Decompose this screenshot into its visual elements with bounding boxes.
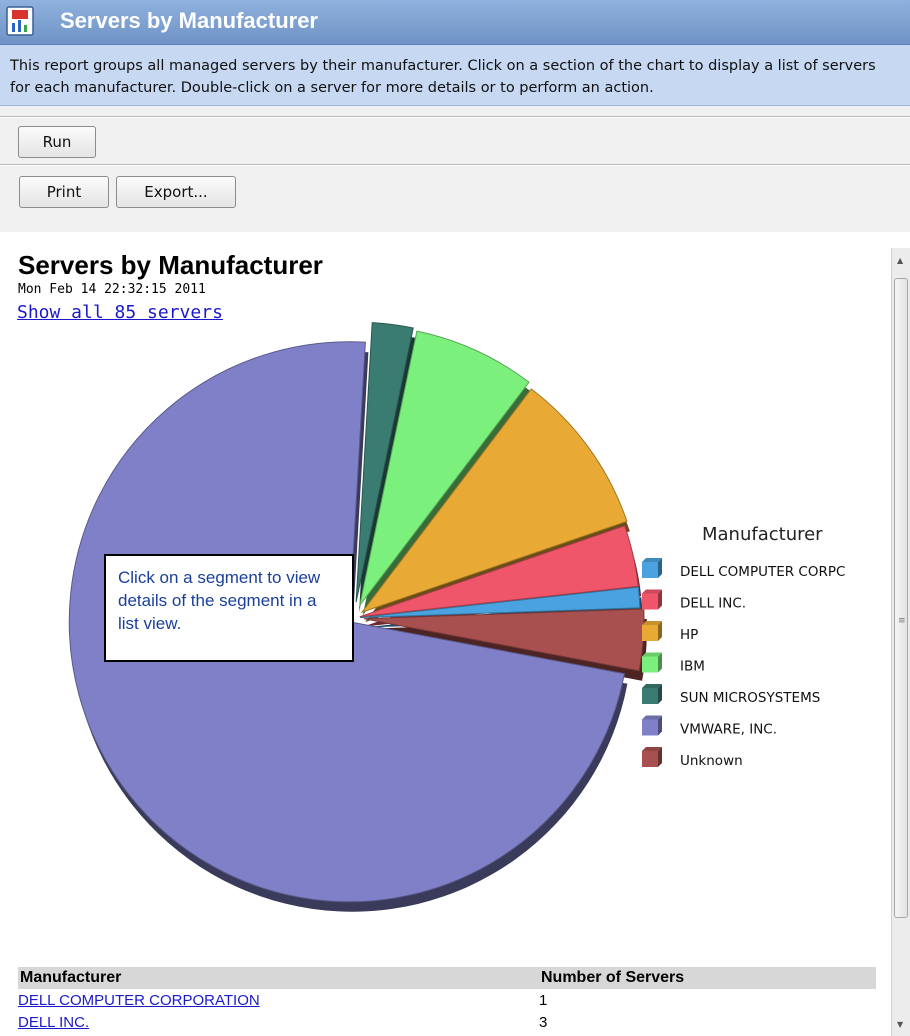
legend-item-vmware-inc: VMWARE, INC. <box>642 715 777 738</box>
legend-label: IBM <box>680 659 705 675</box>
legend-swatch <box>642 688 658 704</box>
report-icon <box>6 6 34 36</box>
table-row: DELL INC. 3 <box>18 1011 876 1033</box>
table-row: DELL COMPUTER CORPORATION 1 <box>18 989 876 1011</box>
vertical-scrollbar[interactable]: ▲ ≡ ▼ <box>891 248 910 1036</box>
legend-item-sun-microsystems: SUN MICROSYSTEMS <box>642 684 820 706</box>
legend-item-dell-computer-corporation: DELL COMPUTER CORPC <box>642 558 845 580</box>
legend-swatch <box>642 719 658 736</box>
legend-label: DELL INC. <box>680 596 746 612</box>
legend-swatch <box>642 593 658 610</box>
export-button[interactable]: Export... <box>116 176 236 208</box>
run-button[interactable]: Run <box>18 126 96 158</box>
print-button[interactable]: Print <box>19 176 109 208</box>
server-count: 1 <box>539 992 548 1009</box>
report-description: This report groups all managed servers b… <box>10 58 876 96</box>
manufacturer-link[interactable]: DELL INC. <box>18 1014 89 1031</box>
legend-item-ibm: IBM <box>642 652 705 675</box>
legend-item-unknown: Unknown <box>642 747 743 769</box>
window-title: Servers by Manufacturer <box>60 8 318 33</box>
server-count: 3 <box>539 1014 548 1031</box>
scroll-down-arrow-icon[interactable]: ▼ <box>897 1020 903 1029</box>
legend-item-hp: HP <box>642 621 698 643</box>
legend-swatch <box>642 656 658 673</box>
legend-swatch <box>642 751 658 767</box>
legend-label: DELL COMPUTER CORPC <box>680 564 845 580</box>
title-bar: Servers by Manufacturer <box>0 0 910 45</box>
legend-label: VMWARE, INC. <box>680 722 777 738</box>
divider <box>0 164 910 166</box>
column-header-count: Number of Servers <box>541 969 685 986</box>
legend-swatch <box>642 625 658 641</box>
column-header-manufacturer: Manufacturer <box>20 969 122 986</box>
legend-title: Manufacturer <box>702 524 823 545</box>
scrollbar-thumb[interactable]: ≡ <box>894 278 908 918</box>
callout-annotation: Click on a segment to view details of th… <box>104 554 354 662</box>
grip-icon: ≡ <box>898 616 906 626</box>
legend-label: HP <box>680 627 698 643</box>
report-description-panel: This report groups all managed servers b… <box>0 45 910 106</box>
chart-legend: Manufacturer DELL COMPUTER CORPC DELL INC.… <box>642 524 845 769</box>
manufacturer-link[interactable]: DELL COMPUTER CORPORATION <box>18 992 260 1009</box>
legend-label: Unknown <box>680 753 743 769</box>
divider <box>0 116 910 118</box>
legend-swatch <box>642 562 658 578</box>
legend-item-dell-inc: DELL INC. <box>642 589 746 612</box>
legend-label: SUN MICROSYSTEMS <box>680 690 820 706</box>
report-viewer: Servers by Manufacturer Mon Feb 14 22:32… <box>14 248 876 1036</box>
scroll-up-arrow-icon[interactable]: ▲ <box>897 256 903 265</box>
toolbar-panel: Run Print Export... <box>0 106 910 232</box>
table-header: Manufacturer Number of Servers <box>18 967 876 989</box>
